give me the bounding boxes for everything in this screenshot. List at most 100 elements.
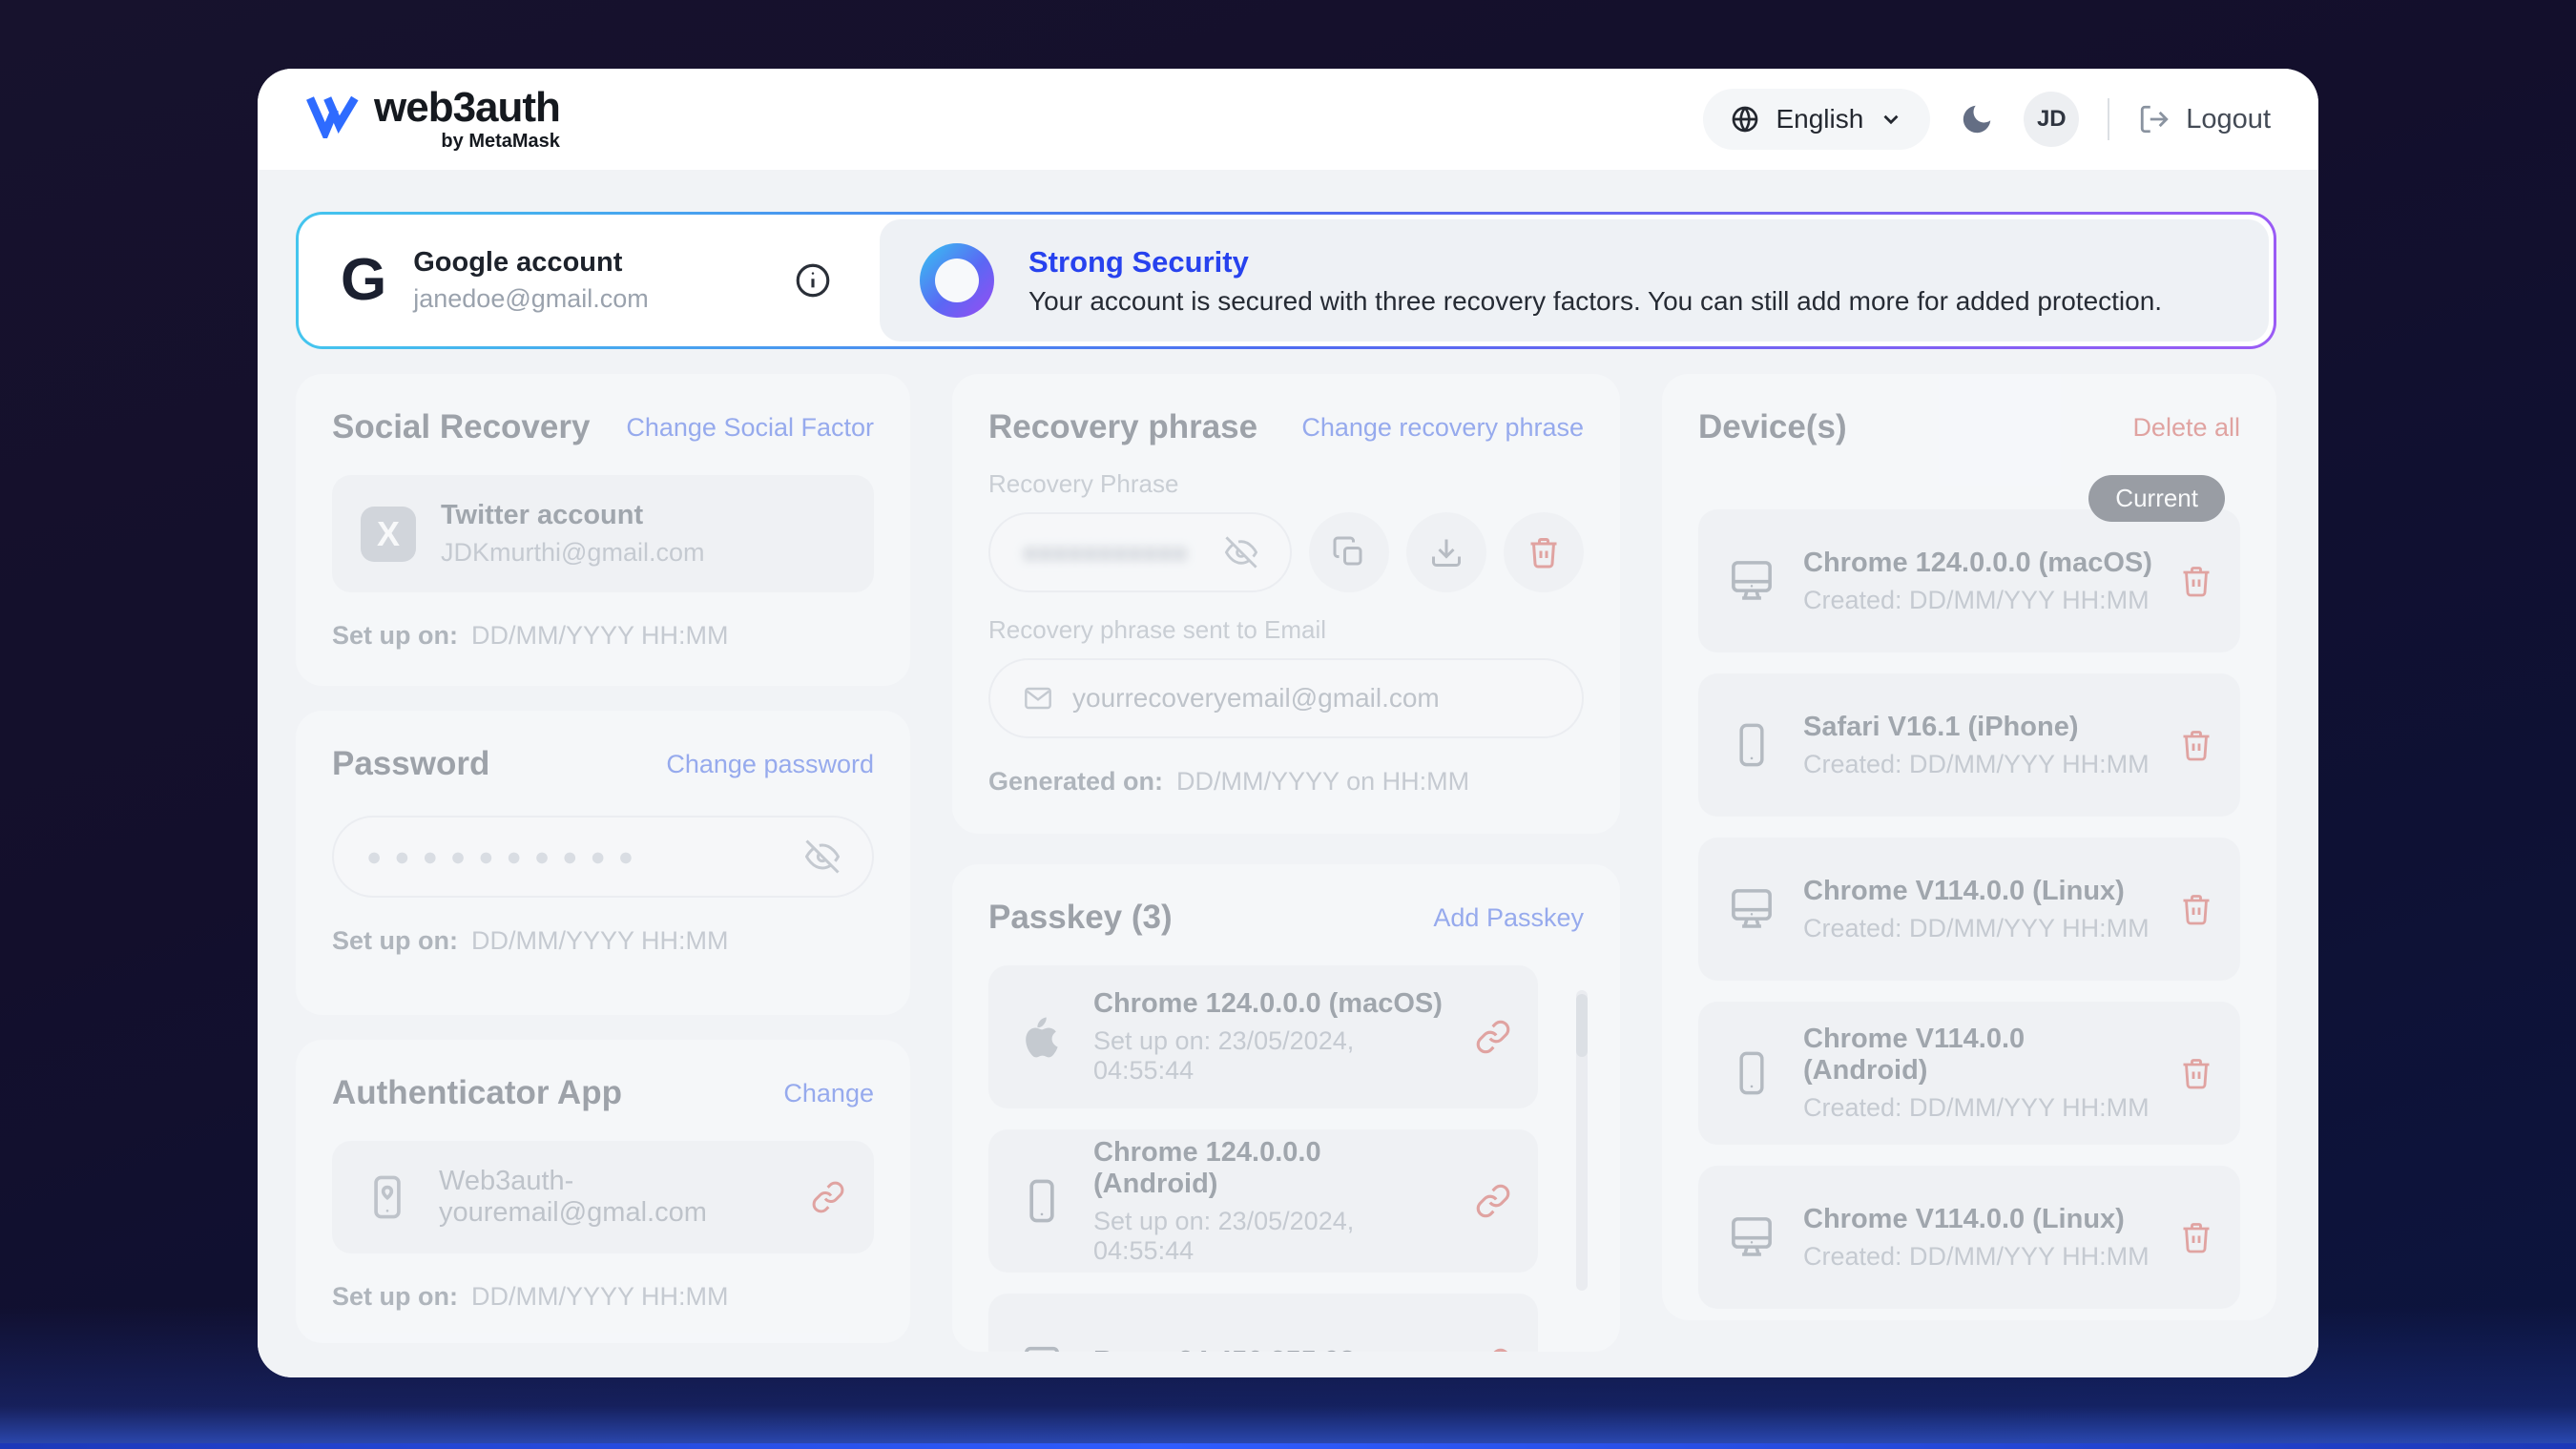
device-item-subtitle: Created: DD/MM/YYY HH:MM	[1803, 914, 2150, 943]
social-recovery-card: Social Recovery Change Social Factor X T…	[296, 374, 910, 686]
authenticator-setup-value: DD/MM/YYYY HH:MM	[471, 1282, 729, 1311]
mail-icon	[1023, 683, 1053, 714]
language-selector[interactable]: English	[1703, 89, 1930, 150]
avatar[interactable]: JD	[2024, 92, 2079, 147]
passkey-scrollbar-thumb[interactable]	[1576, 994, 1588, 1057]
security-status-title: Strong Security	[1028, 245, 2162, 279]
passkey-title: Passkey (3)	[988, 899, 1173, 937]
account-email: janedoe@gmail.com	[413, 284, 649, 314]
social-setup-value: DD/MM/YYYY HH:MM	[471, 621, 729, 650]
authenticator-setup-row: Set up on: DD/MM/YYYY HH:MM	[332, 1282, 874, 1312]
app-header: web3auth by MetaMask English	[258, 69, 2318, 170]
generated-value: DD/MM/YYYY on HH:MM	[1176, 767, 1469, 796]
device-item-title: Chrome 124.0.0.0 (macOS)	[1803, 548, 2152, 579]
device-item-subtitle: Created: DD/MM/YYY HH:MM	[1803, 1242, 2150, 1272]
copy-button[interactable]	[1309, 512, 1389, 592]
recovery-phrase-card: Recovery phrase Change recovery phrase R…	[952, 374, 1620, 834]
recovery-email-label: Recovery phrase sent to Email	[988, 615, 1584, 645]
passkey-item-subtitle: Set up on: 23/05/2024, 04:55:44	[1093, 1026, 1450, 1086]
globe-icon	[1730, 104, 1760, 135]
trash-icon	[2179, 1220, 2213, 1254]
delete-device-button[interactable]	[2179, 1056, 2213, 1090]
password-masked-value: ●●●●●●●●●●	[366, 842, 646, 872]
device-item: Chrome V114.0.0 (Linux) Created: DD/MM/Y…	[1698, 1166, 2240, 1309]
authenticator-tile: Web3auth-youremail@gmal.com	[332, 1141, 874, 1253]
delete-device-button[interactable]	[2179, 564, 2213, 598]
link-icon[interactable]	[1475, 1019, 1511, 1055]
trash-icon	[2179, 564, 2213, 598]
authenticator-title: Authenticator App	[332, 1074, 622, 1112]
smartphone-icon	[1015, 1176, 1069, 1226]
security-ring-icon	[920, 243, 994, 318]
dark-mode-toggle[interactable]	[1959, 101, 1995, 137]
logout-label: Logout	[2186, 104, 2271, 135]
security-status-description: Your account is secured with three recov…	[1028, 286, 2162, 317]
eye-off-icon[interactable]	[1225, 536, 1257, 569]
change-social-factor-link[interactable]: Change Social Factor	[626, 413, 874, 443]
delete-phrase-button[interactable]	[1504, 512, 1584, 592]
device-item: Safari V16.1 (iPhone) Created: DD/MM/YYY…	[1698, 673, 2240, 817]
devices-title: Device(s)	[1698, 408, 1847, 446]
laptop-icon	[1015, 1340, 1069, 1352]
delete-device-button[interactable]	[2179, 1220, 2213, 1254]
change-password-link[interactable]: Change password	[666, 750, 874, 779]
logout-button[interactable]: Logout	[2138, 103, 2271, 135]
change-authenticator-link[interactable]: Change	[783, 1079, 874, 1108]
twitter-account-title: Twitter account	[441, 500, 704, 531]
passkey-item: Chrome 124.0.0.0 (macOS) Set up on: 23/0…	[988, 965, 1538, 1108]
passkey-item: Rome 24.456.355.98	[988, 1294, 1538, 1352]
authenticator-setup-label: Set up on:	[332, 1282, 458, 1311]
recovery-phrase-title: Recovery phrase	[988, 408, 1257, 446]
recovery-phrase-field[interactable]: ●●●●●●●●●●●●	[988, 512, 1292, 592]
trash-icon	[2179, 892, 2213, 926]
main-panel: web3auth by MetaMask English	[258, 69, 2318, 1377]
recovery-phrase-masked: ●●●●●●●●●●●●	[1023, 538, 1185, 568]
authenticator-account: Web3auth-youremail@gmal.com	[439, 1166, 786, 1229]
authenticator-card: Authenticator App Change Web3auth-yourem…	[296, 1040, 910, 1343]
unlink-icon[interactable]	[811, 1180, 845, 1214]
link-icon[interactable]	[1475, 1183, 1511, 1219]
device-item-title: Chrome V114.0.0 (Linux)	[1803, 1204, 2150, 1235]
eye-off-icon[interactable]	[805, 839, 840, 874]
delete-device-button[interactable]	[2179, 728, 2213, 762]
device-item: Chrome V114.0.0 (Linux) Created: DD/MM/Y…	[1698, 838, 2240, 981]
connected-account: G Google account janedoe@gmail.com	[299, 215, 875, 346]
device-item-subtitle: Created: DD/MM/YYY HH:MM	[1803, 586, 2152, 615]
add-passkey-link[interactable]: Add Passkey	[1433, 903, 1584, 933]
passkey-item-title: Chrome 124.0.0.0 (macOS)	[1093, 988, 1450, 1020]
twitter-x-icon: X	[361, 507, 416, 562]
info-icon[interactable]	[793, 260, 833, 300]
copy-icon	[1332, 535, 1366, 569]
social-recovery-title: Social Recovery	[332, 408, 590, 446]
recovery-email-field[interactable]: yourrecoveryemail@gmail.com	[988, 658, 1584, 738]
passkey-item-title: Chrome 124.0.0.0 (Android)	[1093, 1137, 1450, 1200]
social-setup-label: Set up on:	[332, 621, 458, 650]
current-device-badge: Current	[2088, 475, 2225, 522]
google-icon: G	[341, 251, 386, 310]
change-recovery-phrase-link[interactable]: Change recovery phrase	[1301, 413, 1584, 443]
trash-icon	[1527, 535, 1561, 569]
header-actions: English JD	[1703, 89, 2271, 150]
device-item-title: Safari V16.1 (iPhone)	[1803, 712, 2150, 743]
trash-icon	[2179, 1056, 2213, 1090]
passkey-item-subtitle: Set up on: 23/05/2024, 04:55:44	[1093, 1207, 1450, 1266]
password-setup-row: Set up on:DD/MM/YYYY HH:MM	[332, 926, 874, 956]
device-item-subtitle: Created: DD/MM/YYY HH:MM	[1803, 750, 2150, 779]
device-item-title: Chrome V114.0.0 (Linux)	[1803, 876, 2150, 907]
delete-device-button[interactable]	[2179, 892, 2213, 926]
device-item: Chrome V114.0.0 (Android) Created: DD/MM…	[1698, 1002, 2240, 1145]
download-button[interactable]	[1406, 512, 1486, 592]
twitter-account-email: JDKmurthi@gmail.com	[441, 538, 704, 568]
password-setup-value: DD/MM/YYYY HH:MM	[471, 926, 729, 955]
app-body: G Google account janedoe@gmail.com	[258, 170, 2318, 1377]
moon-icon	[1959, 101, 1995, 137]
link-icon[interactable]	[1475, 1347, 1511, 1352]
monitor-icon	[1725, 883, 1778, 935]
delete-all-link[interactable]: Delete all	[2132, 413, 2240, 443]
smartphone-icon	[1725, 720, 1778, 770]
password-field[interactable]: ●●●●●●●●●●	[332, 816, 874, 898]
logo-title: web3auth	[374, 87, 560, 129]
chevron-down-icon	[1879, 107, 1903, 132]
passkey-scrollbar[interactable]	[1576, 990, 1588, 1291]
device-item: Chrome 124.0.0.0 (macOS) Created: DD/MM/…	[1698, 509, 2240, 652]
